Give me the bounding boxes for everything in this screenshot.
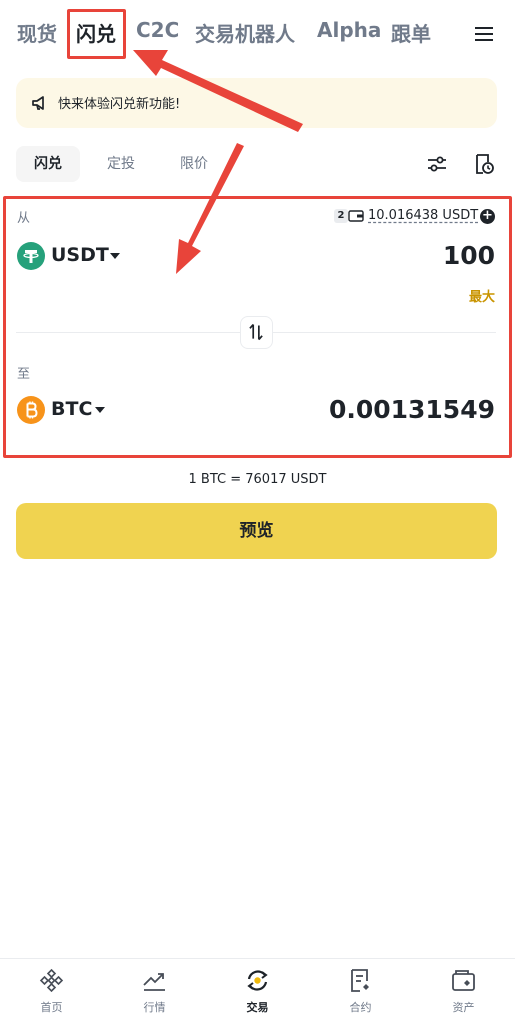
bottom-nav-futures[interactable]: 合约 bbox=[309, 959, 412, 1035]
preview-button[interactable]: 预览 bbox=[16, 503, 497, 559]
bottom-nav-assets[interactable]: 资产 bbox=[412, 959, 515, 1035]
tab-copy-trading[interactable]: 跟单 bbox=[391, 18, 431, 47]
menu-icon[interactable] bbox=[472, 22, 496, 46]
futures-icon bbox=[351, 969, 369, 992]
markets-icon bbox=[143, 973, 165, 991]
banner-text: 快来体验闪兑新功能! bbox=[58, 97, 181, 112]
home-icon bbox=[39, 968, 64, 993]
tab-c2c[interactable]: C2C bbox=[136, 18, 179, 42]
feature-banner[interactable]: 快来体验闪兑新功能! bbox=[16, 78, 497, 128]
history-icon[interactable] bbox=[472, 152, 496, 176]
bottom-nav-label: 资产 bbox=[452, 1001, 475, 1014]
highlight-box-convert-tab bbox=[67, 9, 126, 59]
bottom-nav: 首页 行情 交易 合约 资产 bbox=[0, 958, 515, 1035]
mode-tab-limit[interactable]: 限价 bbox=[163, 146, 225, 182]
trade-icon bbox=[247, 970, 268, 991]
bottom-nav-markets[interactable]: 行情 bbox=[103, 959, 206, 1035]
bottom-nav-home[interactable]: 首页 bbox=[0, 959, 103, 1035]
bottom-nav-label: 合约 bbox=[349, 1001, 372, 1014]
tab-alpha[interactable]: Alpha bbox=[317, 18, 381, 42]
exchange-rate: 1 BTC = 76017 USDT bbox=[188, 472, 327, 487]
megaphone-icon bbox=[32, 96, 44, 110]
tab-trading-bots[interactable]: 交易机器人 bbox=[195, 18, 295, 47]
mode-tab-recurring[interactable]: 定投 bbox=[90, 146, 152, 182]
bottom-nav-label: 行情 bbox=[143, 1001, 166, 1014]
assets-icon bbox=[452, 970, 475, 991]
highlight-box-swap-card bbox=[3, 196, 512, 458]
settings-sliders-icon[interactable] bbox=[425, 152, 449, 176]
tab-spot[interactable]: 现货 bbox=[17, 18, 57, 47]
bottom-nav-trade[interactable]: 交易 bbox=[206, 959, 309, 1035]
bottom-nav-label: 首页 bbox=[40, 1001, 63, 1014]
bottom-nav-label: 交易 bbox=[246, 1001, 269, 1014]
mode-tab-convert[interactable]: 闪兑 bbox=[16, 146, 80, 182]
